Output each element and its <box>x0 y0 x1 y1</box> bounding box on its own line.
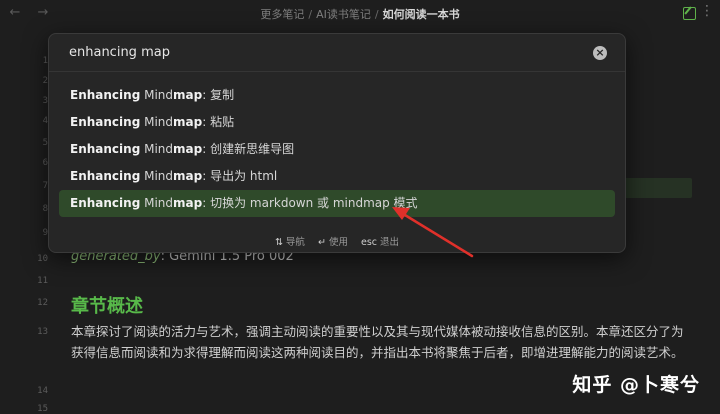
annotation-arrow-icon <box>392 207 474 258</box>
watermark: 知乎 @卜寒兮 <box>572 374 700 396</box>
